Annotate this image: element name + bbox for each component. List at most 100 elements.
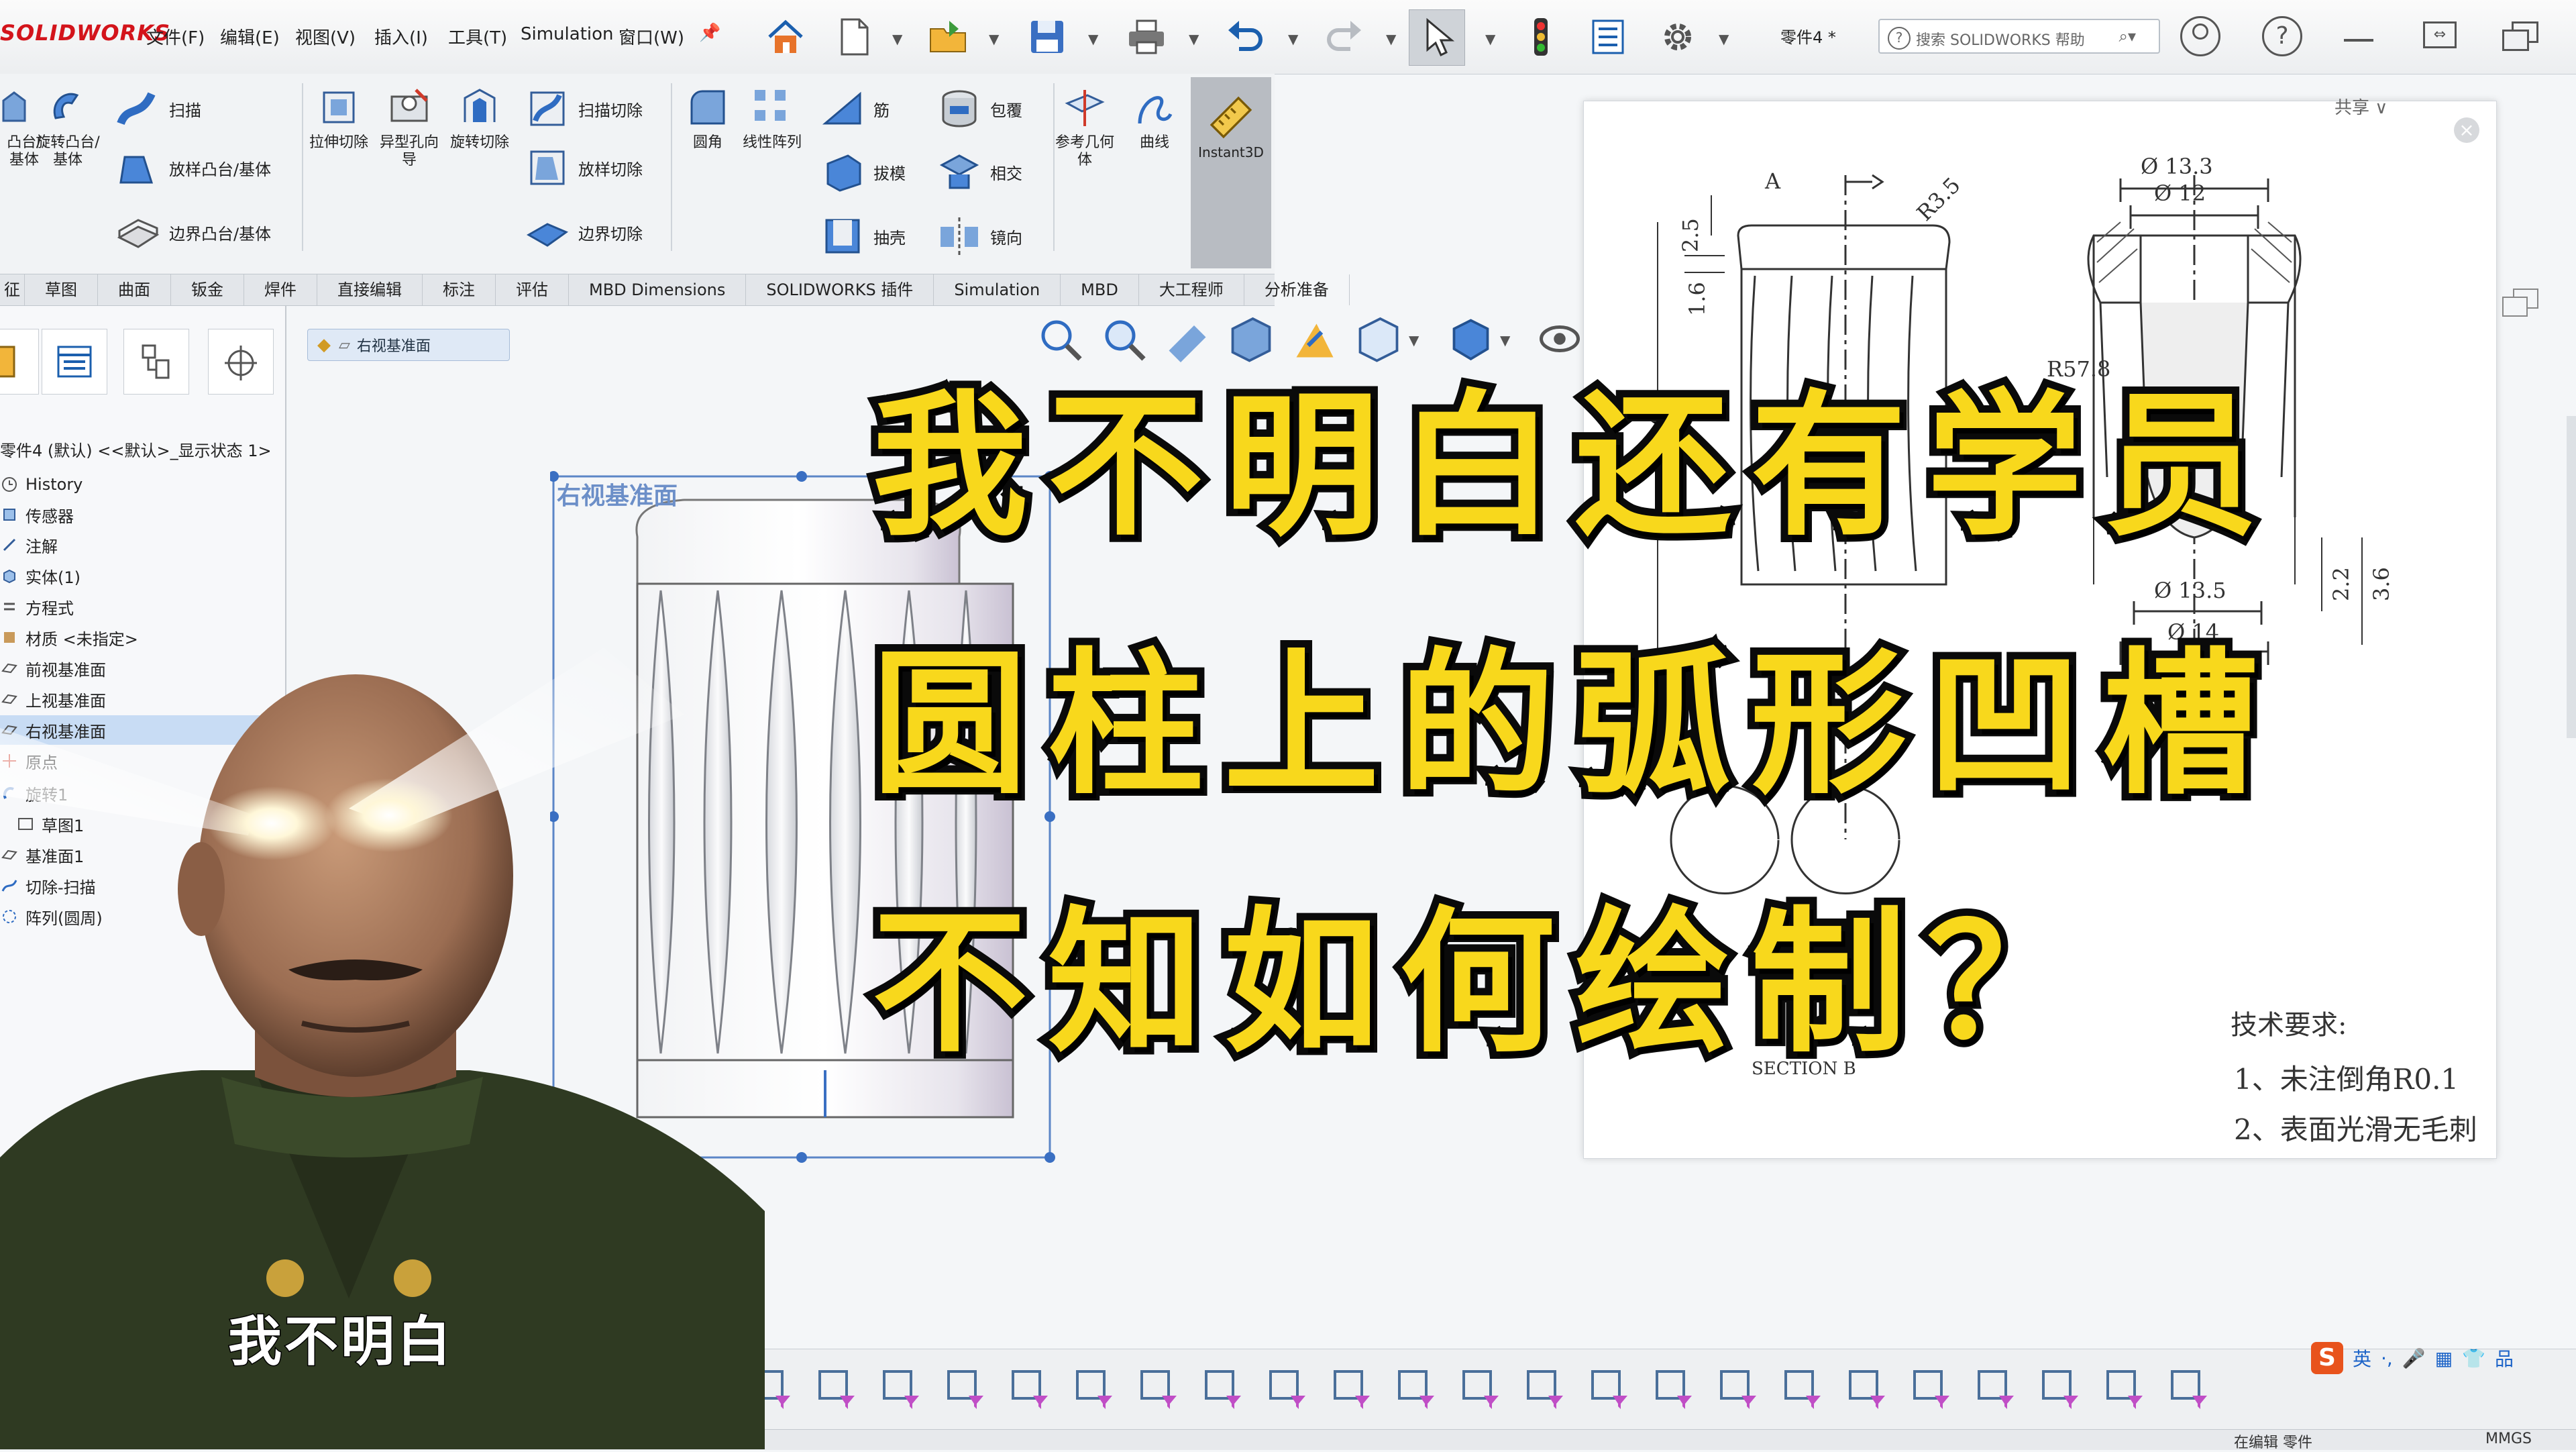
filter-hole-icon[interactable] [1646,1361,1703,1417]
tab-mbd[interactable]: MBD [1061,274,1139,305]
tree-item-history[interactable]: History [0,470,83,499]
reference-geometry-button[interactable]: 参考几何体 [1055,83,1115,169]
lofted-cut-button[interactable]: 放样切除 [523,144,643,192]
filter-origin-icon[interactable] [1067,1361,1123,1417]
help-icon[interactable]: ? [2262,16,2302,56]
ime-lang[interactable]: 英 [2353,1345,2371,1371]
undo-icon[interactable] [1218,9,1273,64]
tab-markup[interactable]: 标注 [423,274,496,305]
tab-sketch[interactable]: 草图 [25,274,98,305]
section-view-icon[interactable] [1224,312,1278,366]
share-button[interactable]: 共享 ∨ [2334,94,2387,119]
hide-show-items-icon[interactable] [1533,312,1587,366]
ime-keyboard-icon[interactable]: ▦ [2435,1347,2453,1369]
redo-icon[interactable] [1316,9,1371,64]
zoom-to-fit-icon[interactable] [1033,312,1087,366]
fillet-button[interactable]: 圆角 [678,83,738,152]
menu-view[interactable]: 视图(V) [295,24,356,49]
maximize-window-icon[interactable] [2502,21,2538,51]
previous-view-icon[interactable] [1161,312,1214,366]
ime-toolbox-icon[interactable]: 品 [2495,1345,2514,1371]
tree-item-sensors[interactable]: 传感器 [0,500,74,529]
swept-cut-button[interactable]: 扫描切除 [523,85,643,133]
save-icon[interactable] [1020,9,1075,64]
filter-sketch-icon[interactable] [938,1361,994,1417]
tab-surfaces[interactable]: 曲面 [98,274,171,305]
filter-hatch-icon[interactable] [1582,1361,1638,1417]
tab-sheet-metal[interactable]: 钣金 [171,274,244,305]
tab-mbd-dimensions[interactable]: MBD Dimensions [569,274,747,305]
filter-notes-icon[interactable] [1324,1361,1381,1417]
ime-skin-icon[interactable]: 👕 [2462,1347,2485,1369]
chevron-down-icon[interactable]: ▼ [1386,31,1396,47]
help-search-input[interactable]: ? 搜索 SOLIDWORKS 帮助 ⌕▾ [1878,19,2160,54]
filter-gtol-icon[interactable] [1775,1361,1831,1417]
curves-button[interactable]: 曲线 [1124,83,1185,152]
extruded-cut-button[interactable]: 拉伸切除 [305,83,372,152]
rib-button[interactable]: 筋 [818,85,890,133]
breadcrumb[interactable]: ◆ ▱ 右视基准面 [307,329,510,361]
linear-pattern-button[interactable]: 线性阵列 [742,83,802,152]
instant3d-toggle[interactable]: Instant3D [1191,77,1271,268]
chevron-down-icon[interactable]: ▼ [1409,332,1419,348]
restore-viewport-icon[interactable] [2502,289,2540,319]
filter-connection-icon[interactable] [1968,1361,2025,1417]
feature-manager-tab-icon[interactable] [0,329,39,395]
gear-icon[interactable] [1650,9,1705,64]
close-icon[interactable]: × [2454,117,2479,143]
wrap-button[interactable]: 包覆 [935,85,1022,133]
tab-features[interactable]: 征 [0,274,25,305]
menu-file[interactable]: 文件(F) [146,24,205,49]
draft-button[interactable]: 拔模 [818,148,906,196]
ime-mic-icon[interactable]: 🎤 [2402,1347,2426,1369]
print-icon[interactable] [1119,9,1174,64]
tab-evaluate[interactable]: 评估 [496,274,569,305]
tree-root-part[interactable]: 零件4 (默认) <<默认>_显示状态 1> [0,437,272,461]
file-properties-icon[interactable] [1580,9,1635,64]
menu-simulation[interactable]: Simulation [521,24,614,44]
chevron-down-icon[interactable]: ▼ [1500,332,1510,348]
pin-icon[interactable]: 📌 [699,23,720,43]
zoom-area-icon[interactable] [1097,312,1150,366]
home-icon[interactable] [758,9,813,64]
chevron-down-icon[interactable]: ▼ [989,31,999,47]
chevron-down-icon[interactable]: ▼ [1288,31,1298,47]
filter-routing-icon[interactable] [2033,1361,2089,1417]
search-icon[interactable]: ⌕▾ [2119,27,2137,46]
dynamic-annotation-icon[interactable] [1288,312,1342,366]
sogou-ime-icon[interactable]: S [2311,1342,2343,1374]
hole-wizard-button[interactable]: 异型孔向导 [376,83,443,169]
menu-tools[interactable]: 工具(T) [448,24,507,49]
filter-planes-icon[interactable] [1131,1361,1187,1417]
tab-engineer[interactable]: 大工程师 [1139,274,1244,305]
filter-datum-target-icon[interactable] [1839,1361,1896,1417]
sweep-boss-button[interactable]: 扫描 [114,85,201,133]
display-style-icon[interactable] [1442,312,1496,366]
filter-weld-icon[interactable] [1517,1361,1574,1417]
filter-dimensions-icon[interactable] [1195,1361,1252,1417]
mirror-button[interactable]: 镜向 [935,212,1022,260]
filter-centerline-icon[interactable] [1711,1361,1767,1417]
tree-item-annotations[interactable]: 注解 [0,530,58,560]
revolved-boss-button[interactable]: 旋转凸台/基体 [31,83,105,169]
filter-datum-icon[interactable] [1453,1361,1509,1417]
configuration-manager-tab-icon[interactable] [123,329,189,395]
property-manager-tab-icon[interactable] [42,329,107,395]
chevron-down-icon[interactable]: ▼ [892,31,902,47]
view-orientation-icon[interactable] [1352,312,1405,366]
open-folder-icon[interactable] [920,9,975,64]
filter-faces-icon[interactable] [873,1361,930,1417]
menu-edit[interactable]: 编辑(E) [220,24,280,49]
user-account-icon[interactable] [2180,16,2220,56]
filter-surface-finish-icon[interactable] [1260,1361,1316,1417]
tab-analysis-prep[interactable]: 分析准备 [1244,274,1350,305]
shell-button[interactable]: 抽壳 [818,212,906,260]
filter-line-icon[interactable] [1002,1361,1059,1417]
filter-balloons-icon[interactable] [1389,1361,1445,1417]
new-document-icon[interactable] [826,9,881,64]
side-scrollbar[interactable] [2567,416,2576,738]
rebuild-traffic-light-icon[interactable] [1513,9,1568,64]
boundary-boss-button[interactable]: 边界凸台/基体 [114,208,271,256]
tab-weldments[interactable]: 焊件 [244,274,317,305]
filter-group-icon[interactable] [2097,1361,2153,1417]
